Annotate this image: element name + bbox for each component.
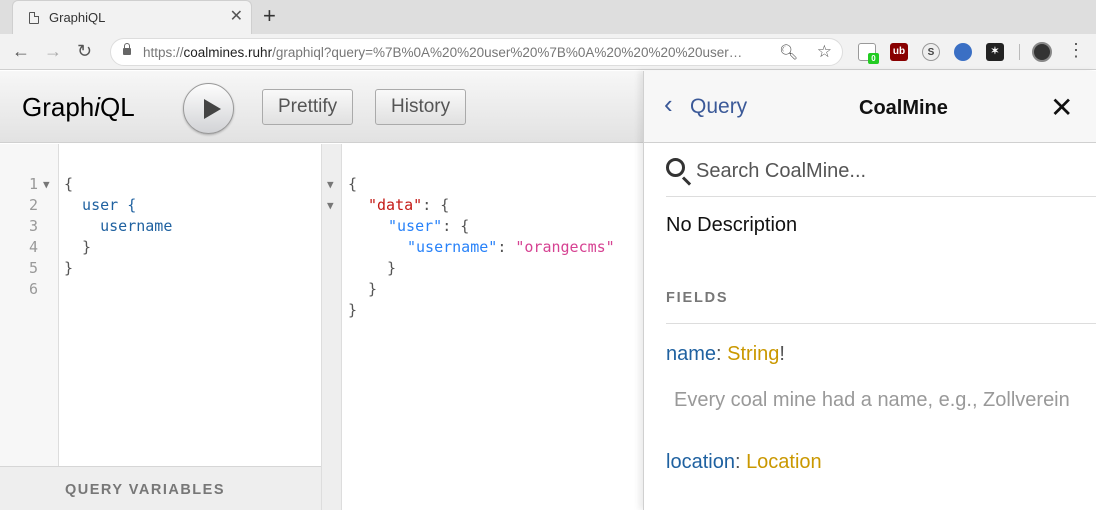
docs-title: CoalMine xyxy=(859,97,948,119)
docs-header: ‹ Query CoalMine ✕ xyxy=(644,71,1096,143)
field-item: location: Location xyxy=(666,451,822,473)
chevron-left-icon: ‹ xyxy=(664,89,673,119)
globe-extension-icon[interactable] xyxy=(954,43,972,61)
fold-arrow-icon[interactable]: ▼ xyxy=(327,195,334,216)
line-number: 6 xyxy=(28,280,38,298)
code-line: username xyxy=(64,217,173,235)
line-number: 1 xyxy=(28,175,38,193)
ublock-icon[interactable]: ub xyxy=(890,43,908,61)
field-type-link[interactable]: Location xyxy=(746,451,822,473)
query-variables-bar[interactable]: QUERY VARIABLES xyxy=(0,466,321,510)
graphiql-logo: GraphiQL xyxy=(22,92,135,122)
code-line: } xyxy=(64,238,92,256)
code-line: user { xyxy=(64,196,137,214)
field-type-link[interactable]: String xyxy=(727,343,779,365)
back-button[interactable]: ← xyxy=(12,41,30,61)
docs-search-input[interactable] xyxy=(696,156,1086,186)
profile-avatar[interactable] xyxy=(1032,42,1052,62)
reload-button[interactable]: ↻ xyxy=(77,41,92,61)
field-description: Every coal mine had a name, e.g., Zollve… xyxy=(674,389,1070,411)
editor-divider[interactable]: ▼ ▼ xyxy=(321,144,342,510)
line-number: 4 xyxy=(28,238,38,256)
field-name-link[interactable]: name xyxy=(666,343,716,365)
forward-button[interactable]: → xyxy=(44,41,62,61)
documentation-explorer: ‹ Query CoalMine ✕ No Description FIELDS… xyxy=(643,71,1096,510)
browser-tab[interactable]: GraphiQL ✕ xyxy=(12,0,252,34)
play-icon xyxy=(204,99,221,119)
divider xyxy=(666,323,1096,324)
extension-icon-1[interactable]: 0 xyxy=(858,43,879,64)
browser-menu-icon[interactable]: ⋮ xyxy=(1067,40,1085,60)
line-number: 5 xyxy=(28,259,38,277)
result-line: } xyxy=(387,259,397,277)
result-line: } xyxy=(348,301,358,319)
extension-s-icon[interactable]: S xyxy=(922,43,940,61)
docs-back-label: Query xyxy=(690,95,748,118)
docs-search xyxy=(666,155,1096,197)
result-line: } xyxy=(368,280,378,298)
new-tab-button[interactable]: + xyxy=(263,4,276,28)
bookmark-star-icon[interactable]: ☆ xyxy=(817,42,832,62)
browser-toolbar: ← → ↻ https://coalmines.ruhr/graphiql?qu… xyxy=(0,34,1096,70)
close-icon[interactable]: ✕ xyxy=(1050,91,1073,124)
zoom-icon[interactable]: 🔍︎ xyxy=(779,43,798,61)
result-viewer: { "data": { "user": { "username": "orang… xyxy=(342,144,643,510)
lock-icon xyxy=(123,43,131,55)
extension-icon-5[interactable]: ✶ xyxy=(986,43,1004,61)
extension-badge: 0 xyxy=(868,53,879,64)
tab-close-icon[interactable]: ✕ xyxy=(230,8,243,26)
browser-tab-strip: GraphiQL ✕ + xyxy=(0,0,1096,34)
query-variables-label: QUERY VARIABLES xyxy=(65,482,226,498)
url-text[interactable]: https://coalmines.ruhr/graphiql?query=%7… xyxy=(143,45,773,60)
toolbar-separator xyxy=(1019,44,1020,60)
fold-arrow-icon[interactable]: ▼ xyxy=(327,174,334,195)
code-line: } xyxy=(64,259,74,277)
line-number: 3 xyxy=(28,217,38,235)
code-line: { xyxy=(64,175,74,193)
result-line: "user": { xyxy=(388,217,470,235)
history-button[interactable]: History xyxy=(375,89,467,125)
address-bar[interactable]: https://coalmines.ruhr/graphiql?query=%7… xyxy=(110,38,843,66)
field-item: name: String! xyxy=(666,343,785,365)
tab-title: GraphiQL xyxy=(49,10,106,25)
result-line: "data": { xyxy=(368,196,450,214)
fields-header: FIELDS xyxy=(666,290,729,306)
result-line: "username": "orangecms" xyxy=(407,238,615,256)
search-icon xyxy=(666,158,685,177)
line-number: 2 xyxy=(28,196,38,214)
graphiql-topbar: GraphiQL Prettify History xyxy=(0,71,643,143)
field-name-link[interactable]: location xyxy=(666,451,735,473)
result-line: { xyxy=(348,175,358,193)
document-icon xyxy=(29,12,39,24)
fold-arrow-icon[interactable]: ▼ xyxy=(43,174,50,195)
query-editor[interactable]: 1 2 3 4 5 6 ▼ { user { username } } xyxy=(0,144,321,466)
execute-query-button[interactable] xyxy=(183,83,234,134)
type-description: No Description xyxy=(666,214,798,236)
prettify-button[interactable]: Prettify xyxy=(262,89,354,125)
